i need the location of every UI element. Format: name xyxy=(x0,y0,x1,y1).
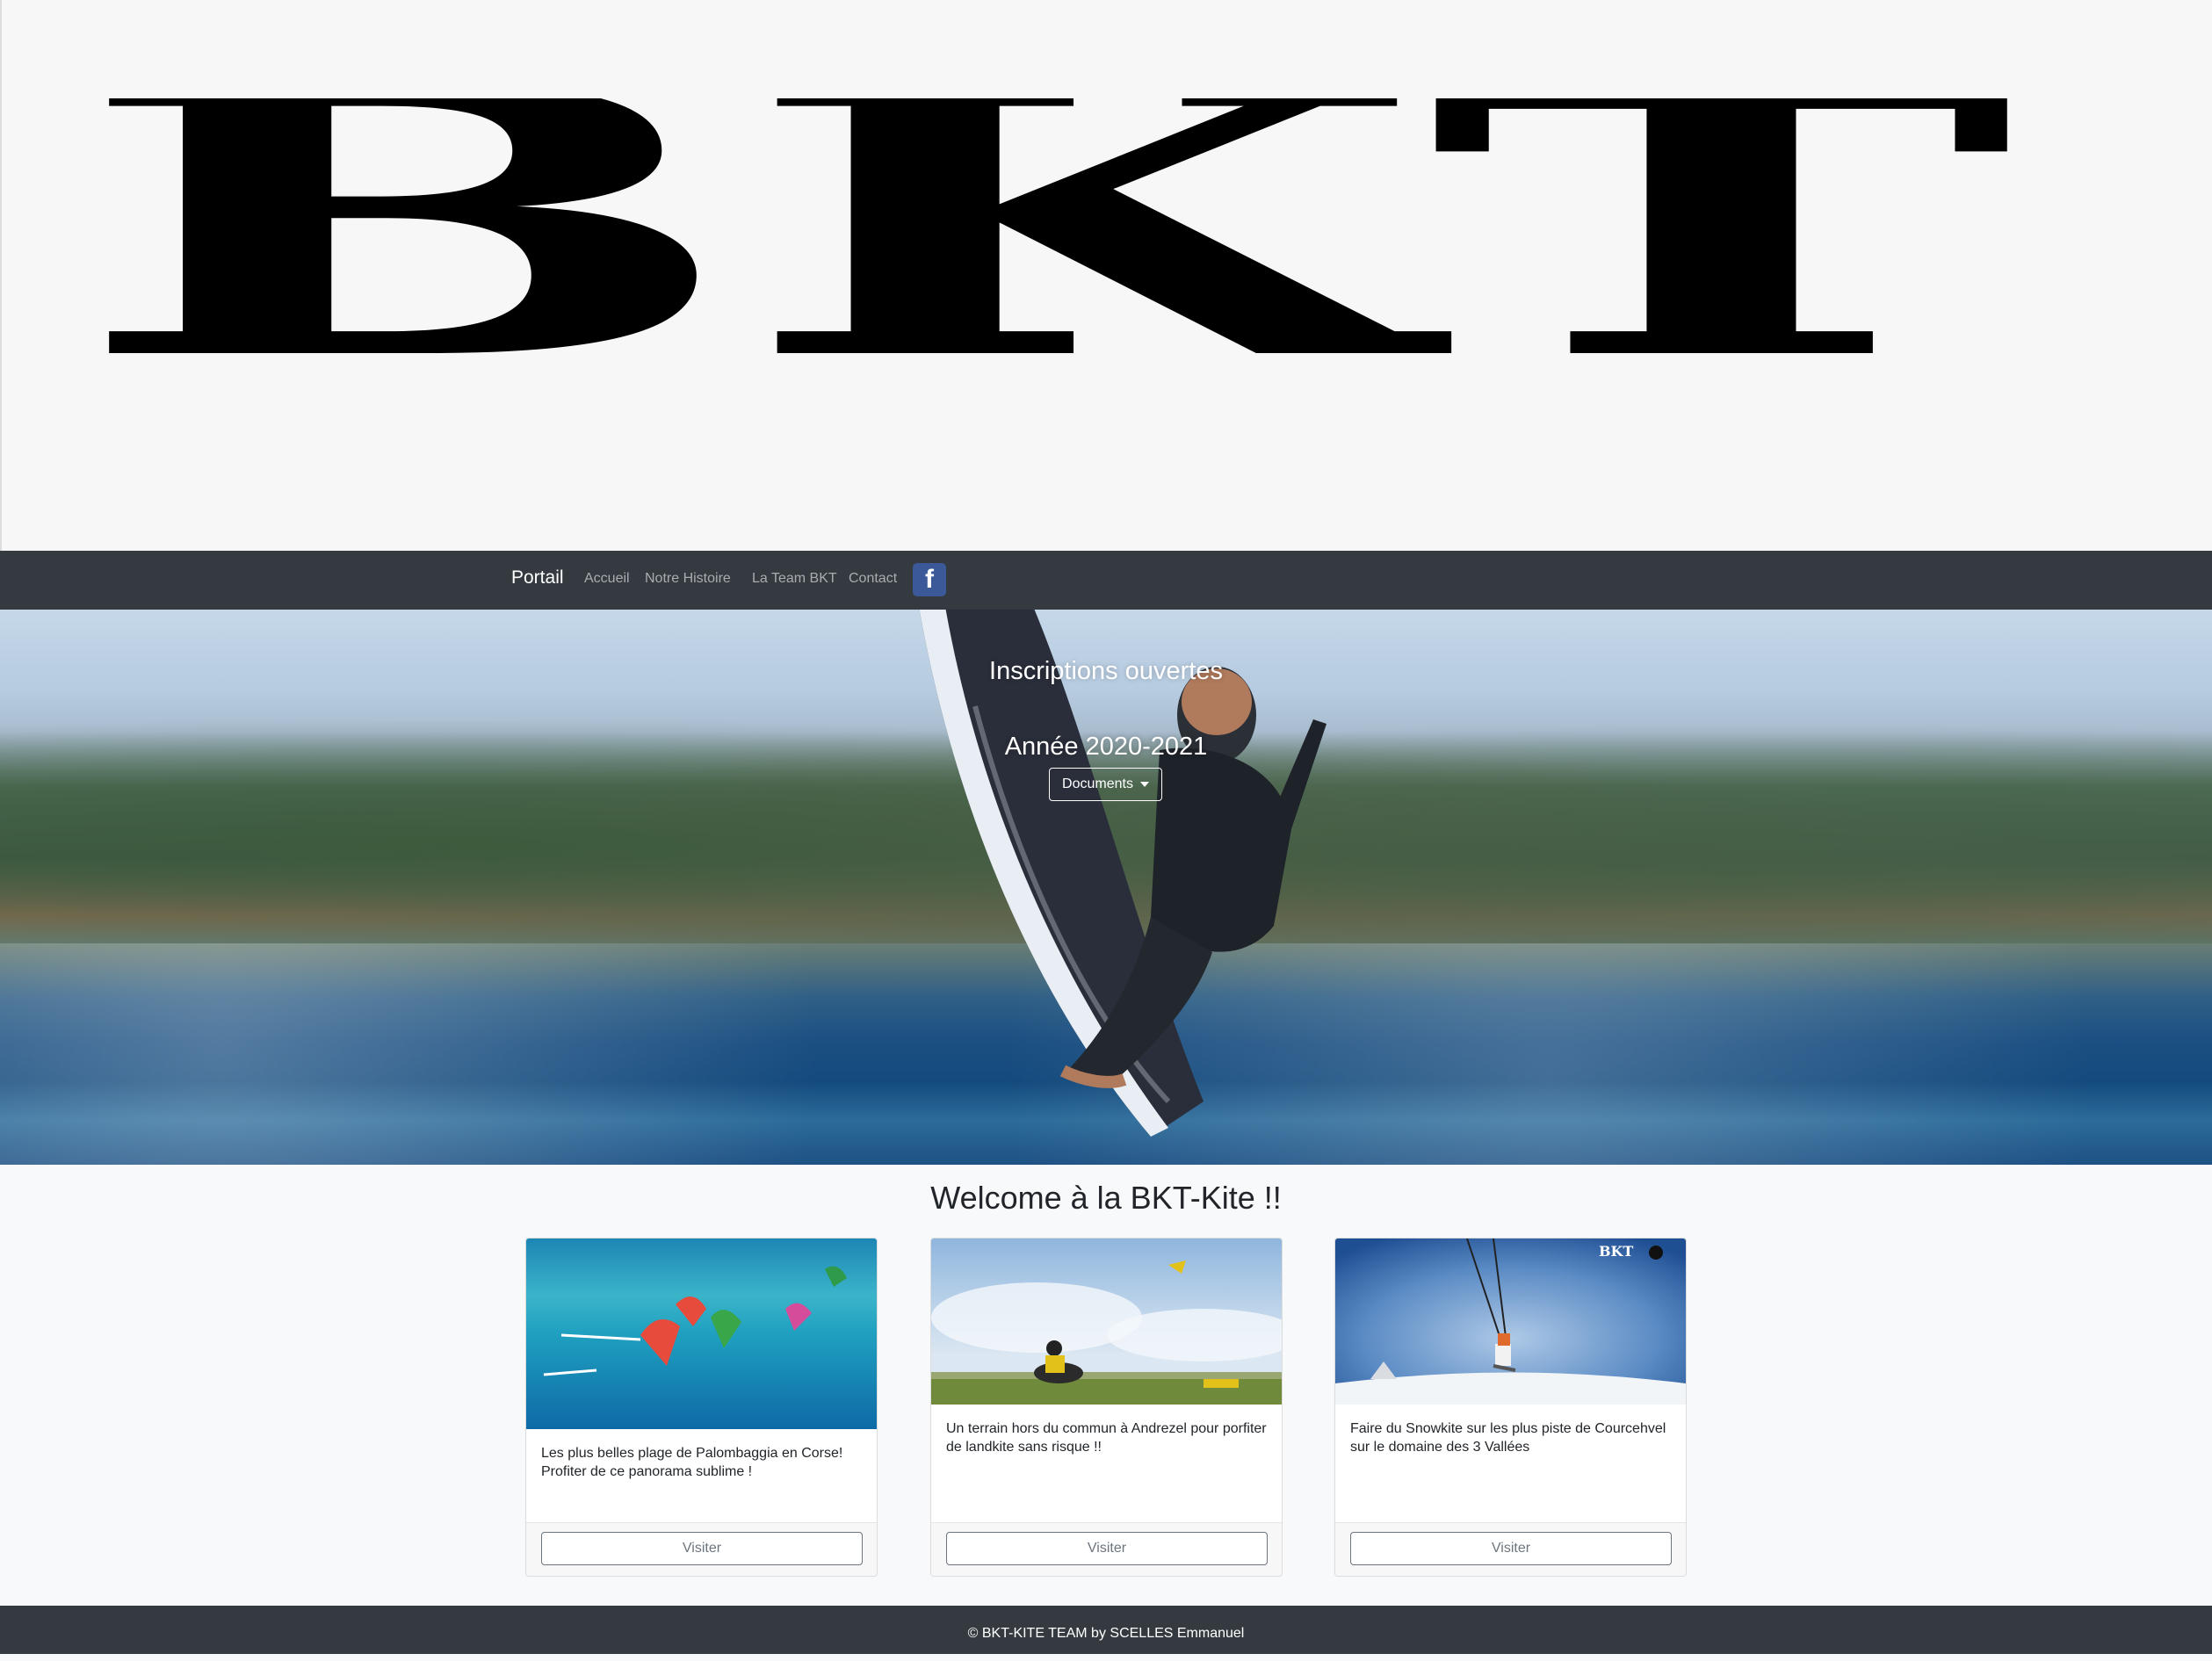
nav-link-la-team-bkt[interactable]: La Team BKT xyxy=(752,571,837,587)
card-text-palombaggia: Les plus belles plage de Palombaggia en … xyxy=(541,1446,843,1479)
navbar-brand[interactable]: Portail xyxy=(511,567,564,589)
visit-button-courchevel[interactable]: Visiter xyxy=(1350,1532,1672,1565)
card-courchevel: BKT Faire du Snowkite sur les plus piste… xyxy=(1334,1238,1687,1577)
footer-copyright: © BKT-KITE TEAM by SCELLES Emmanuel xyxy=(967,1626,1245,1641)
caret-down-icon xyxy=(1139,782,1149,787)
documents-dropdown-label: Documents xyxy=(1062,776,1133,791)
svg-text:BKT: BKT xyxy=(72,98,2015,371)
facebook-icon[interactable]: f xyxy=(913,563,946,596)
navbar: Portail Accueil Notre Histoire La Team B… xyxy=(0,551,2212,610)
bkt-logo: BKT xyxy=(72,98,2015,371)
card-text-andrezel: Un terrain hors du commun à Andrezel pou… xyxy=(946,1421,1267,1455)
welcome-heading: Welcome à la BKT-Kite !! xyxy=(930,1180,1282,1216)
hero-title: Inscriptions ouvertes xyxy=(989,657,1223,685)
card-footer: Visiter xyxy=(1335,1522,1686,1576)
card-image-andrezel xyxy=(931,1239,1282,1405)
nav-link-notre-histoire[interactable]: Notre Histoire xyxy=(645,571,731,587)
nav-link-contact[interactable]: Contact xyxy=(849,571,897,587)
card-andrezel: Un terrain hors du commun à Andrezel pou… xyxy=(930,1238,1283,1577)
visit-button-palombaggia[interactable]: Visiter xyxy=(541,1532,863,1565)
svg-text:BKT: BKT xyxy=(1599,1243,1633,1260)
footer: © BKT-KITE TEAM by SCELLES Emmanuel xyxy=(0,1606,2212,1654)
kitesurfer-image xyxy=(1059,667,1326,1088)
card-footer: Visiter xyxy=(526,1522,877,1576)
card-image-palombaggia xyxy=(526,1239,877,1429)
hero-banner: Inscriptions ouvertes Année 2020-2021 Do… xyxy=(0,610,2212,1165)
card-palombaggia: Les plus belles plage de Palombaggia en … xyxy=(525,1238,878,1577)
hero-subtitle: Année 2020-2021 xyxy=(1004,733,1208,761)
card-badge-bkt: BKT xyxy=(1599,1243,1663,1260)
card-text-courchevel: Faire du Snowkite sur les plus piste de … xyxy=(1350,1421,1666,1455)
visit-button-andrezel[interactable]: Visiter xyxy=(946,1532,1268,1565)
logo-banner: BKT xyxy=(0,0,2212,551)
documents-dropdown[interactable]: Documents xyxy=(1049,768,1162,801)
nav-link-accueil[interactable]: Accueil xyxy=(584,571,630,587)
card-footer: Visiter xyxy=(931,1522,1282,1576)
